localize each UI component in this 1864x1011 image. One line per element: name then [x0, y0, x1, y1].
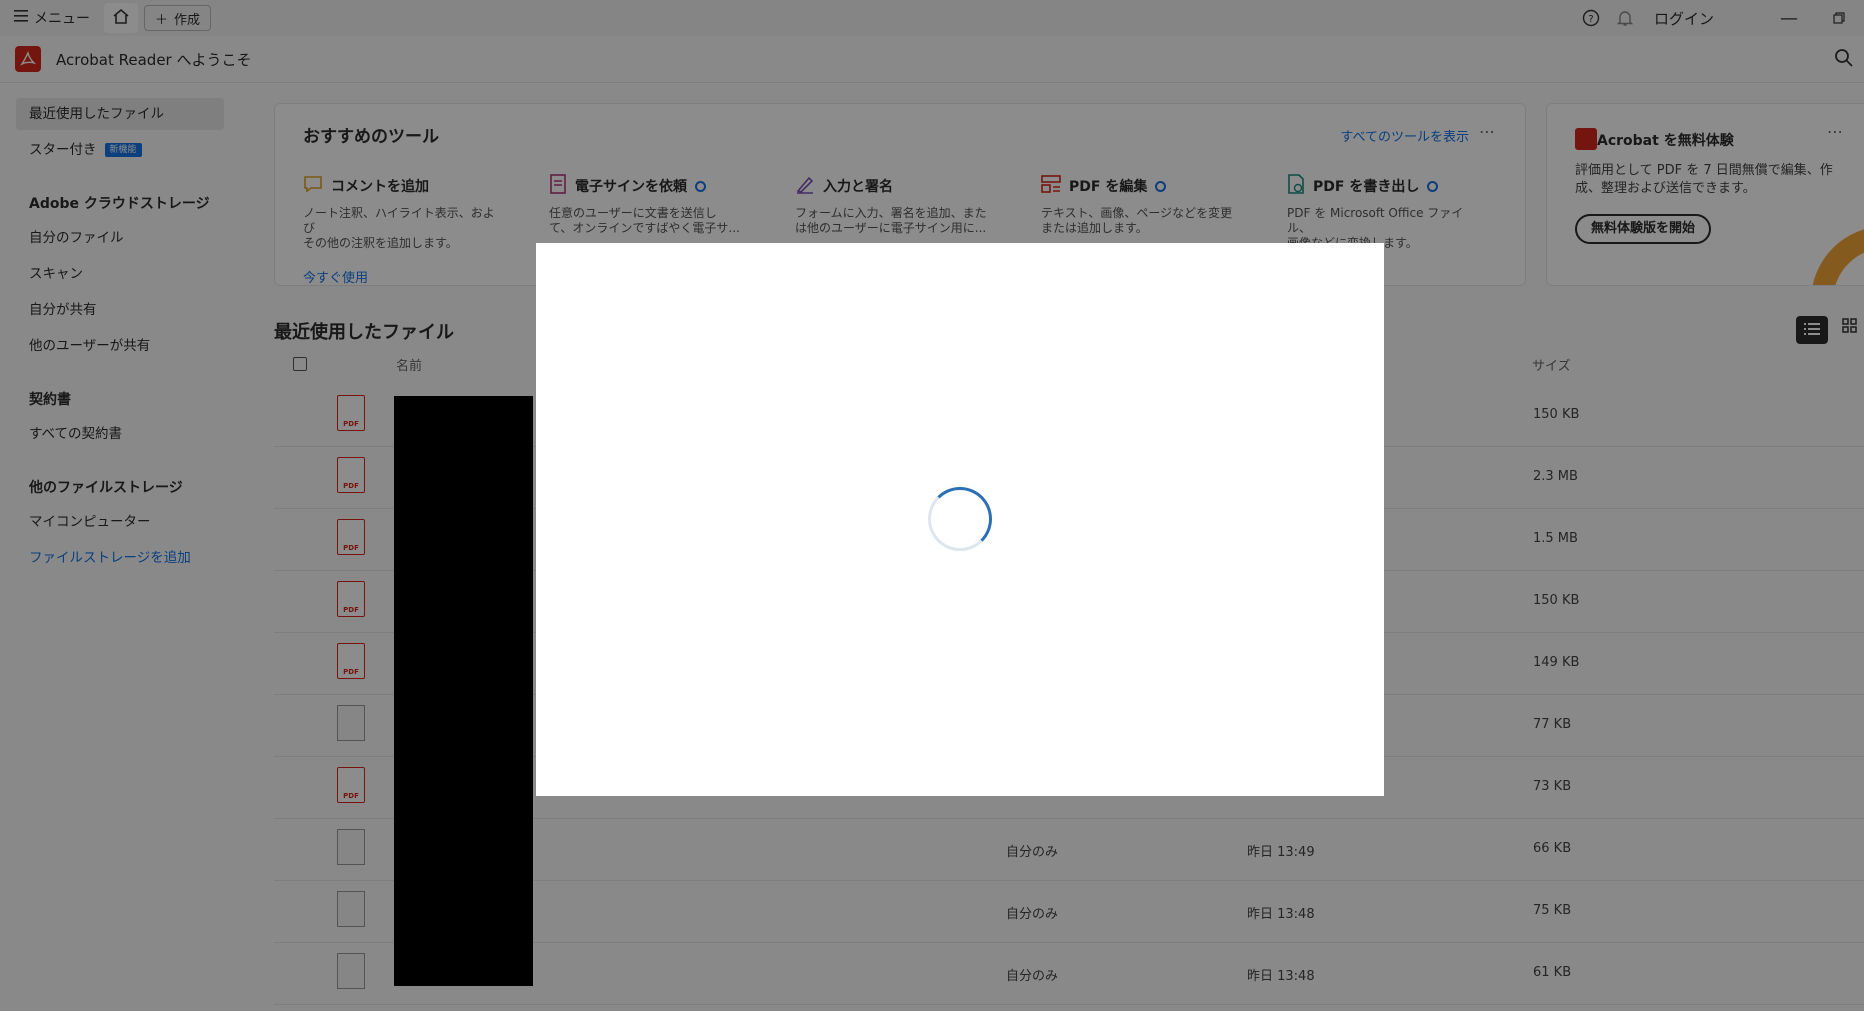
loading-dialog	[536, 243, 1384, 796]
loading-spinner-icon	[928, 487, 992, 551]
